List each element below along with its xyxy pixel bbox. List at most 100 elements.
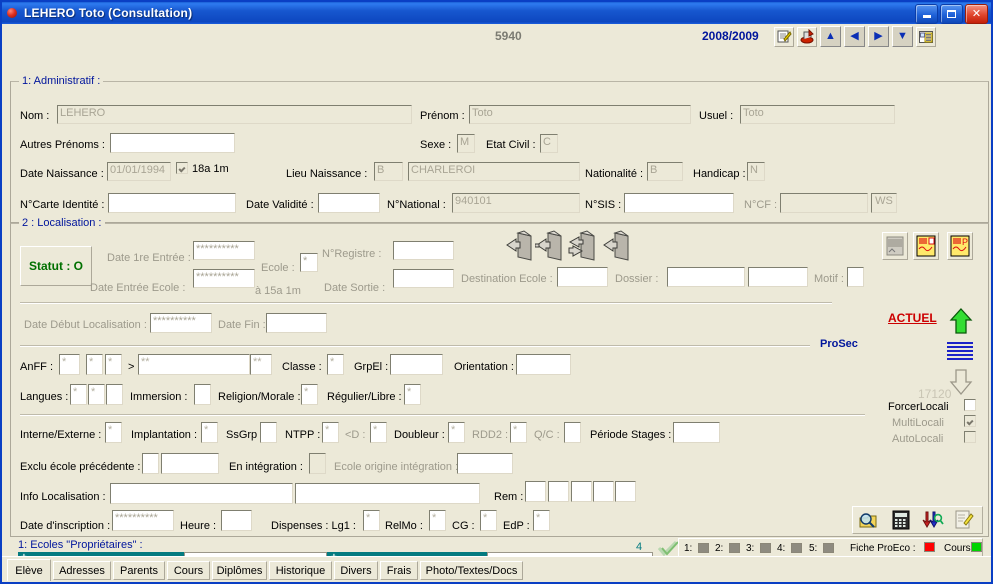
cg-field[interactable]: * bbox=[480, 510, 497, 531]
implantation-field[interactable]: * bbox=[201, 422, 218, 443]
grid-gray-icon[interactable] bbox=[882, 232, 908, 260]
tab-divers[interactable]: Divers bbox=[334, 561, 378, 580]
nav-first-icon[interactable]: ▲ bbox=[820, 26, 841, 47]
ecole-origine-field[interactable] bbox=[457, 453, 513, 474]
ssgrp-field[interactable] bbox=[260, 422, 277, 443]
tab-parents[interactable]: Parents bbox=[113, 561, 165, 580]
dossier-field[interactable] bbox=[667, 267, 745, 287]
forcer-locali-checkbox[interactable] bbox=[964, 399, 976, 411]
report-yellow-icon[interactable] bbox=[913, 232, 939, 260]
usuel-field[interactable]: Toto bbox=[740, 105, 895, 124]
doubleur-field[interactable]: * bbox=[448, 422, 465, 443]
up-arrow-icon[interactable] bbox=[949, 308, 973, 334]
date-1re-entree-field[interactable]: ********** bbox=[193, 241, 255, 260]
list-card-icon[interactable] bbox=[916, 26, 936, 47]
blue-bars-icon[interactable] bbox=[947, 342, 973, 362]
qc-field[interactable] bbox=[564, 422, 581, 443]
rem-field-5[interactable] bbox=[615, 481, 636, 502]
dossier-field-2[interactable] bbox=[748, 267, 808, 287]
d-field[interactable]: * bbox=[370, 422, 387, 443]
langues-field-1[interactable]: * bbox=[70, 384, 87, 405]
rem-field-4[interactable] bbox=[593, 481, 614, 502]
tab-diplomes[interactable]: Diplômes bbox=[212, 561, 267, 580]
destination-ecole-field[interactable] bbox=[557, 267, 608, 287]
lieu-naissance-field[interactable]: CHARLEROI bbox=[408, 162, 580, 181]
nav-next-icon[interactable]: ▶ bbox=[868, 26, 889, 47]
nav-last-icon[interactable]: ▼ bbox=[892, 26, 913, 47]
national-field[interactable]: 940101 bbox=[452, 193, 580, 213]
autres-prenoms-field[interactable] bbox=[110, 133, 235, 153]
registre-field[interactable] bbox=[393, 241, 454, 260]
relmo-field[interactable]: * bbox=[429, 510, 446, 531]
tab-frais[interactable]: Frais bbox=[380, 561, 418, 580]
ntpp-field[interactable]: * bbox=[322, 422, 339, 443]
exclu-ecole-field[interactable] bbox=[142, 453, 159, 474]
door-out-icon[interactable] bbox=[534, 230, 566, 262]
interne-externe-field[interactable]: * bbox=[105, 422, 122, 443]
regulier-field[interactable]: * bbox=[404, 384, 421, 405]
info-localisation-field[interactable] bbox=[110, 483, 293, 504]
maximize-button[interactable] bbox=[940, 4, 963, 24]
dispenses-lg1-field[interactable]: * bbox=[363, 510, 380, 531]
edit-note-icon[interactable] bbox=[774, 26, 794, 47]
classe-field[interactable]: * bbox=[327, 354, 344, 375]
tab-cours[interactable]: Cours bbox=[167, 561, 210, 580]
carte-identite-field[interactable] bbox=[108, 193, 236, 213]
immersion-field[interactable] bbox=[194, 384, 211, 405]
date-validite-field[interactable] bbox=[318, 193, 380, 213]
grpel-field[interactable] bbox=[390, 354, 443, 375]
date-entree-ecole-field[interactable]: ********** bbox=[193, 269, 255, 288]
ecole-field[interactable]: * bbox=[300, 253, 318, 272]
tab-adresses[interactable]: Adresses bbox=[53, 561, 111, 580]
langues-field-3[interactable] bbox=[106, 384, 123, 405]
nom-field[interactable]: LEHERO bbox=[57, 105, 412, 124]
ws-button[interactable]: WS bbox=[871, 193, 897, 213]
date-sortie-field[interactable] bbox=[393, 269, 454, 288]
multi-locali-checkbox[interactable] bbox=[964, 415, 976, 427]
date-debut-loc-field[interactable]: ********** bbox=[150, 313, 212, 333]
arrows-key-icon[interactable] bbox=[922, 510, 944, 533]
date-inscription-field[interactable]: ********** bbox=[112, 510, 174, 531]
rem-field-1[interactable] bbox=[525, 481, 546, 502]
print-icon[interactable] bbox=[797, 26, 817, 47]
sis-field[interactable] bbox=[624, 193, 734, 213]
lieu-naissance-code-field[interactable]: B bbox=[374, 162, 403, 181]
tab-historique[interactable]: Historique bbox=[269, 561, 332, 580]
close-button[interactable]: ✕ bbox=[965, 4, 988, 24]
cf-field[interactable] bbox=[780, 193, 868, 213]
down-arrow-icon[interactable] bbox=[949, 369, 973, 396]
calculator-icon[interactable] bbox=[891, 510, 911, 533]
date-naissance-field[interactable]: 01/01/1994 bbox=[107, 162, 171, 181]
report-p-icon[interactable]: P bbox=[947, 232, 973, 260]
info-localisation-field-2[interactable] bbox=[295, 483, 480, 504]
periode-stages-field[interactable] bbox=[673, 422, 720, 443]
anff-field-a[interactable]: * bbox=[59, 354, 80, 375]
auto-locali-checkbox[interactable] bbox=[964, 431, 976, 443]
religion-field[interactable]: * bbox=[301, 384, 318, 405]
date-fin-field[interactable] bbox=[266, 313, 327, 333]
etat-civil-field[interactable]: C bbox=[540, 134, 558, 153]
sexe-field[interactable]: M bbox=[457, 134, 475, 153]
rdd2-field[interactable]: * bbox=[510, 422, 527, 443]
anff-suffix-field[interactable]: ** bbox=[250, 354, 272, 375]
tab-photo-textes-docs[interactable]: Photo/Textes/Docs bbox=[420, 561, 523, 580]
handicap-field[interactable]: N bbox=[747, 162, 765, 181]
rem-field-3[interactable] bbox=[571, 481, 592, 502]
edit-form-icon[interactable] bbox=[954, 510, 974, 533]
door-return-icon[interactable] bbox=[602, 230, 633, 262]
nav-prev-icon[interactable]: ◀ bbox=[844, 26, 865, 47]
anff-field-c[interactable]: * bbox=[105, 354, 122, 375]
langues-field-2[interactable]: * bbox=[88, 384, 105, 405]
anff-main-field[interactable]: ** bbox=[138, 354, 250, 375]
door-in-icon[interactable] bbox=[505, 230, 536, 262]
age-checkbox[interactable] bbox=[176, 162, 188, 174]
edp-field[interactable]: * bbox=[533, 510, 550, 531]
motif-field[interactable] bbox=[847, 267, 864, 287]
orientation-field[interactable] bbox=[516, 354, 571, 375]
minimize-button[interactable] bbox=[915, 4, 938, 24]
door-transfer-icon[interactable] bbox=[568, 230, 599, 262]
magnifier-folder-icon[interactable] bbox=[858, 510, 878, 533]
heure-field[interactable] bbox=[221, 510, 252, 531]
nationalite-field[interactable]: B bbox=[647, 162, 683, 181]
prenom-field[interactable]: Toto bbox=[469, 105, 691, 124]
